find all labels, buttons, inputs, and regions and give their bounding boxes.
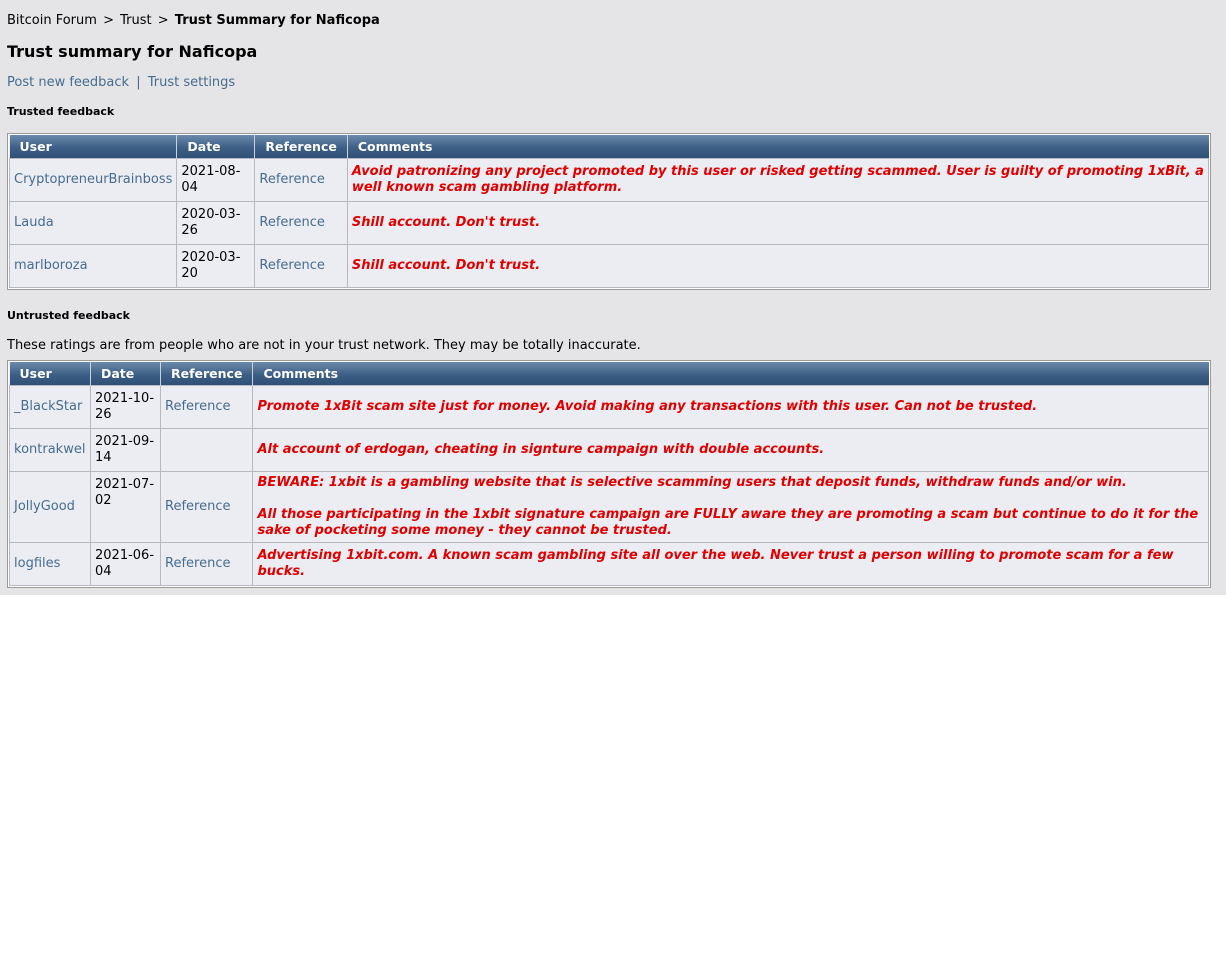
comment-paragraph: Alt account of erdogan, cheating in sign… [257, 442, 825, 457]
table-row: marlboroza 2020-03-20 Reference Shill accou… [8, 244, 1210, 288]
column-header-date: Date [90, 362, 161, 386]
breadcrumb-separator: > [103, 13, 114, 28]
feedback-reference-link[interactable]: Reference [159, 542, 254, 586]
feedback-date: 2021-09-14 [90, 428, 161, 472]
feedback-reference-link[interactable]: Reference [159, 471, 254, 543]
comment-paragraph: All those participating in the 1xbit sig… [257, 507, 1199, 538]
feedback-date: 2021-06-04 [90, 542, 161, 586]
feedback-user-link[interactable]: JollyGood [9, 471, 91, 543]
feedback-comment: Alt account of erdogan, cheating in sign… [252, 428, 1209, 472]
feedback-date: 2020-03-20 [176, 244, 256, 288]
table-row: _BlackStar 2021-10-26 Reference Promote 1xB… [9, 385, 1209, 429]
feedback-user-link[interactable]: Lauda [8, 201, 178, 245]
trust-actions: Post new feedback | Trust settings [7, 74, 1219, 92]
feedback-comment: Advertising 1xbit.com. A known scam gamb… [252, 542, 1209, 586]
column-header-date: Date [176, 135, 255, 159]
feedback-comment: Shill account. Don't trust. [346, 201, 1210, 245]
column-header-comments: Comments [346, 135, 1209, 159]
trusted-feedback-table: User Date Reference Comments Cryptoprene… [8, 135, 1210, 288]
table-header-row: User Date Reference Comments [9, 362, 1209, 386]
breadcrumb-current: Trust Summary for Naficopa [174, 13, 380, 28]
comment-paragraph: Avoid patronizing any project promoted b… [351, 164, 1204, 195]
trusted-feedback-heading: Trusted feedback [7, 105, 115, 118]
feedback-date: 2020-03-26 [176, 201, 256, 245]
table-row: CryptopreneurBrainboss 2021-08-04 Referenc… [8, 158, 1210, 202]
post-new-feedback-link[interactable]: Post new feedback [7, 75, 129, 90]
column-header-user: User [9, 135, 177, 159]
feedback-reference-link[interactable]: Reference [254, 201, 348, 245]
feedback-comment: BEWARE: 1xbit is a gambling website that… [252, 471, 1209, 543]
table-row: JollyGood 2021-07-02 Reference BEWARE: 1xbi… [9, 471, 1209, 543]
breadcrumb-forum-link[interactable]: Bitcoin Forum [7, 13, 97, 28]
comment-paragraph: Advertising 1xbit.com. A known scam gamb… [257, 548, 1174, 579]
feedback-date: 2021-07-02 [90, 471, 161, 543]
feedback-reference-link[interactable]: Reference [254, 158, 348, 202]
column-header-user: User [9, 362, 91, 386]
feedback-reference-link [159, 428, 254, 472]
feedback-date: 2021-10-26 [90, 385, 161, 429]
page-viewport: Bitcoin Forum > Trust > Trust Summary fo… [0, 0, 1226, 595]
comment-paragraph: Shill account. Don't trust. [351, 215, 541, 230]
feedback-comment: Promote 1xBit scam site just for money. … [252, 385, 1209, 429]
untrusted-feedback-heading: Untrusted feedback [7, 309, 130, 322]
feedback-user-link[interactable]: marlboroza [8, 244, 178, 288]
untrusted-feedback-table-frame: User Date Reference Comments _BlackStar 2… [7, 360, 1211, 588]
untrusted-feedback-rows: _BlackStar 2021-10-26 Reference Promote 1xB… [9, 385, 1209, 586]
feedback-user-link[interactable]: kontrakwel [9, 428, 91, 472]
table-row: logfiles 2021-06-04 Reference Advertising 1… [9, 542, 1209, 586]
table-row: kontrakwel 2021-09-14 Alt account of erdog… [9, 428, 1209, 472]
feedback-comment: Avoid patronizing any project promoted b… [346, 158, 1210, 202]
comment-paragraph: BEWARE: 1xbit is a gambling website that… [257, 475, 1127, 490]
table-header-row: User Date Reference Comments [9, 135, 1209, 159]
comment-paragraph-gap [257, 491, 1204, 507]
feedback-comment: Shill account. Don't trust. [346, 244, 1210, 288]
breadcrumb-separator: > [157, 13, 169, 28]
column-header-comments: Comments [252, 362, 1209, 386]
breadcrumb-trust-link[interactable]: Trust [120, 13, 151, 28]
feedback-date: 2021-08-04 [176, 158, 256, 202]
feedback-user-link[interactable]: _BlackStar [9, 385, 91, 429]
feedback-reference-link[interactable]: Reference [254, 244, 348, 288]
trusted-feedback-table-frame: User Date Reference Comments Cryptoprene… [7, 133, 1211, 290]
column-header-reference: Reference [254, 135, 348, 159]
feedback-user-link[interactable]: logfiles [9, 542, 91, 586]
breadcrumb: Bitcoin Forum > Trust > Trust Summary fo… [7, 12, 1219, 30]
page-content: Bitcoin Forum > Trust > Trust Summary fo… [0, 0, 1226, 588]
untrusted-feedback-table: User Date Reference Comments _BlackStar 2… [9, 362, 1209, 586]
trust-settings-link[interactable]: Trust settings [148, 75, 235, 90]
column-header-reference: Reference [159, 362, 253, 386]
table-row: Lauda 2020-03-26 Reference Shill account. D… [8, 201, 1210, 245]
untrusted-note: These ratings are from people who are no… [7, 338, 641, 353]
comment-paragraph: Shill account. Don't trust. [351, 258, 541, 273]
actions-separator: | [136, 75, 141, 90]
trusted-feedback-rows: CryptopreneurBrainboss 2021-08-04 Referenc… [8, 158, 1210, 288]
page-title: Trust summary for Naficopa [7, 42, 258, 61]
comment-paragraph: Promote 1xBit scam site just for money. … [257, 399, 1038, 414]
feedback-user-link[interactable]: CryptopreneurBrainboss [8, 158, 178, 202]
feedback-reference-link[interactable]: Reference [159, 385, 254, 429]
